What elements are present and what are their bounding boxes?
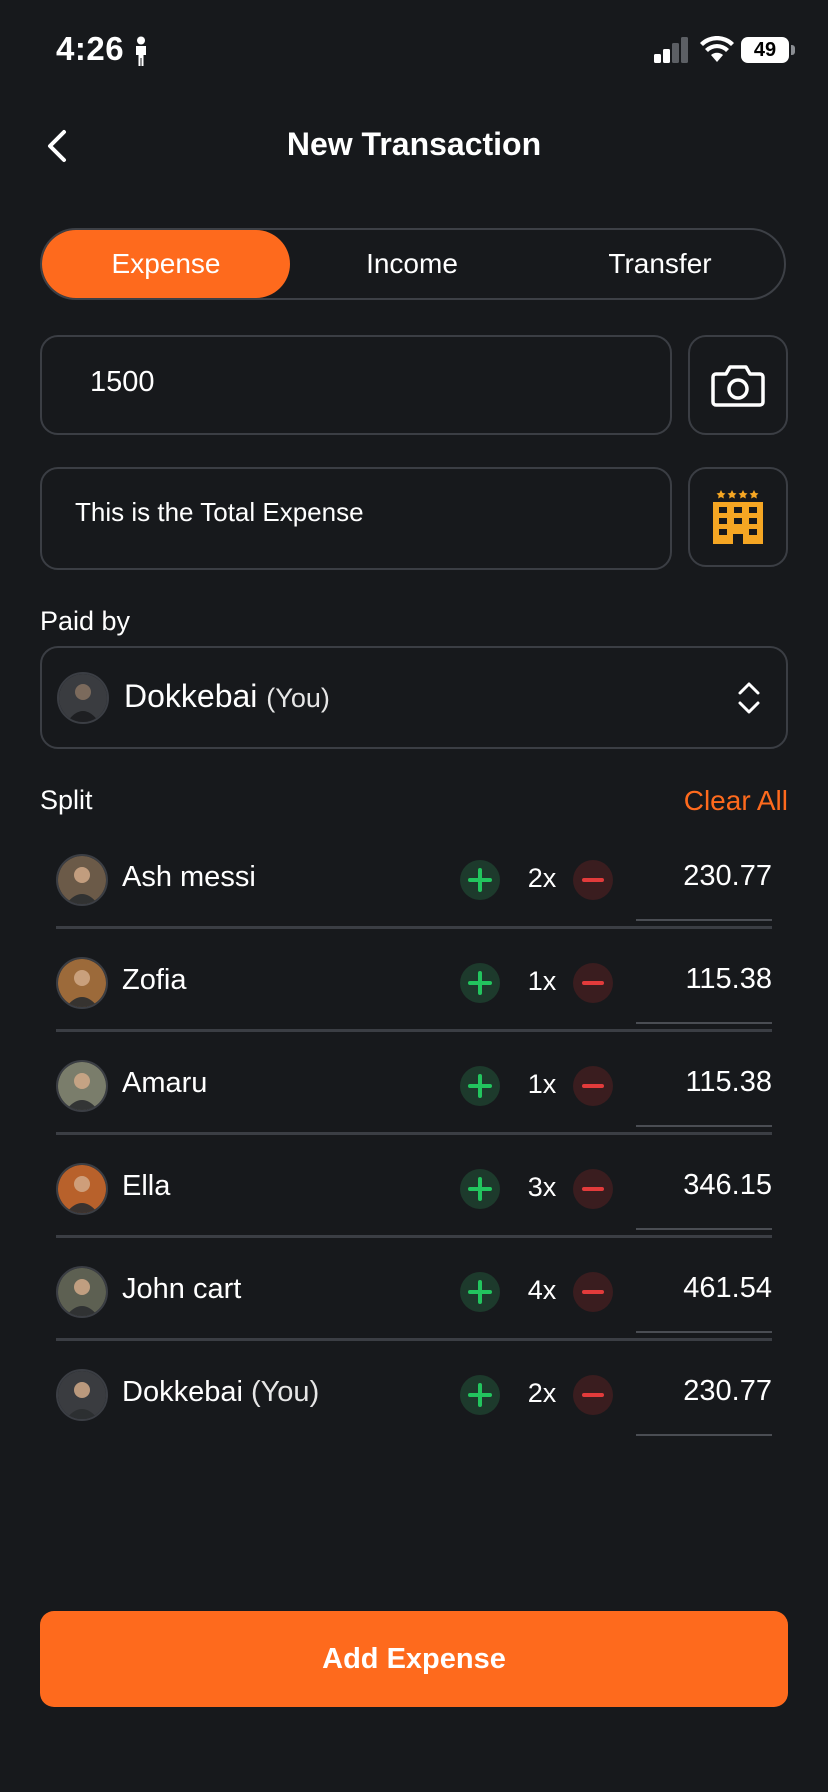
decrease-share-button[interactable]	[573, 1375, 613, 1415]
split-row-avatar	[56, 1369, 108, 1421]
split-amount-input[interactable]: 115.38	[632, 963, 772, 996]
plus-icon	[468, 971, 492, 995]
split-amount-input[interactable]: 230.77	[632, 1375, 772, 1408]
split-row-name-text: Amaru	[122, 1067, 208, 1099]
plus-icon	[468, 1074, 492, 1098]
tab-income[interactable]: Income	[288, 230, 536, 298]
split-row-name-text: Ash messi	[122, 861, 256, 893]
decrease-share-button[interactable]	[573, 1066, 613, 1106]
split-row-avatar	[56, 957, 108, 1009]
split-row-avatar	[56, 1266, 108, 1318]
person-icon	[136, 36, 146, 66]
decrease-share-button[interactable]	[573, 1169, 613, 1209]
signal-icon	[654, 37, 688, 63]
hotel-icon	[713, 490, 763, 544]
split-row-avatar	[56, 854, 108, 906]
page-title: New Transaction	[286, 126, 542, 162]
amount-underline	[636, 1331, 772, 1333]
plus-icon	[468, 1280, 492, 1304]
split-row-name-text: John cart	[122, 1273, 242, 1305]
share-multiplier: 1x	[527, 1069, 557, 1099]
increase-share-button[interactable]	[460, 1272, 500, 1312]
plus-icon	[468, 1383, 492, 1407]
battery-icon: 49	[741, 37, 789, 63]
paid-by-avatar	[57, 672, 109, 724]
amount-underline	[636, 1125, 772, 1127]
row-divider	[56, 1235, 772, 1238]
split-row-name: Zofia	[122, 964, 186, 997]
row-divider	[56, 1029, 772, 1032]
amount-underline	[636, 1228, 772, 1230]
split-row-name: Ash messi	[122, 861, 256, 894]
amount-value: 1500	[90, 366, 155, 398]
split-label: Split	[40, 785, 93, 815]
minus-icon	[582, 1084, 604, 1088]
camera-button[interactable]	[688, 335, 788, 435]
split-row-name: Ella	[122, 1170, 170, 1203]
split-row-name-text: Zofia	[122, 964, 187, 996]
split-row: Ella 3x 346.15	[56, 1139, 772, 1242]
note-value: This is the Total Expense	[75, 497, 364, 527]
increase-share-button[interactable]	[460, 860, 500, 900]
split-row-you: (You)	[250, 1376, 320, 1408]
minus-icon	[582, 1187, 604, 1191]
share-multiplier: 2x	[527, 863, 557, 893]
clear-all-button[interactable]: Clear All	[684, 785, 788, 817]
minus-icon	[582, 878, 604, 882]
increase-share-button[interactable]	[460, 1169, 500, 1209]
split-row: John cart 4x 461.54	[56, 1242, 772, 1345]
decrease-share-button[interactable]	[573, 963, 613, 1003]
increase-share-button[interactable]	[460, 1066, 500, 1106]
split-row-name: John cart	[122, 1273, 241, 1306]
minus-icon	[582, 1290, 604, 1294]
split-amount-input[interactable]: 346.15	[632, 1169, 772, 1202]
amount-underline	[636, 1434, 772, 1436]
decrease-share-button[interactable]	[573, 1272, 613, 1312]
amount-underline	[636, 1022, 772, 1024]
tab-expense[interactable]: Expense	[42, 230, 290, 298]
decrease-share-button[interactable]	[573, 860, 613, 900]
tab-transfer[interactable]: Transfer	[536, 230, 784, 298]
split-row: Dokkebai (You) 2x 230.77	[56, 1345, 772, 1448]
status-time: 4:26	[56, 30, 125, 67]
share-multiplier: 3x	[527, 1172, 557, 1202]
split-row: Zofia 1x 115.38	[56, 933, 772, 1036]
amount-underline	[636, 919, 772, 921]
row-divider	[56, 1338, 772, 1341]
split-row-avatar	[56, 1163, 108, 1215]
paid-by-name-text: Dokkebai	[124, 678, 258, 714]
battery-tip	[791, 45, 795, 55]
increase-share-button[interactable]	[460, 963, 500, 1003]
split-row-name-text: Ella	[122, 1170, 171, 1202]
camera-icon	[711, 365, 765, 407]
split-row: Amaru 1x 115.38	[56, 1036, 772, 1139]
share-multiplier: 1x	[527, 966, 557, 996]
wifi-icon	[700, 36, 734, 62]
minus-icon	[582, 981, 604, 985]
category-button[interactable]	[688, 467, 788, 567]
split-amount-input[interactable]: 230.77	[632, 860, 772, 893]
split-row-name-text: Dokkebai	[122, 1376, 243, 1408]
split-row-avatar	[56, 1060, 108, 1112]
share-multiplier: 2x	[527, 1378, 557, 1408]
split-amount-input[interactable]: 115.38	[632, 1066, 772, 1099]
split-row-name: Dokkebai (You)	[122, 1376, 319, 1409]
split-row-name: Amaru	[122, 1067, 207, 1100]
add-expense-button[interactable]: Add Expense	[40, 1611, 788, 1707]
increase-share-button[interactable]	[460, 1375, 500, 1415]
row-divider	[56, 1132, 772, 1135]
paid-by-you: (You)	[266, 683, 330, 713]
split-row: Ash messi 2x 230.77	[56, 830, 772, 933]
paid-by-name: Dokkebai (You)	[124, 678, 330, 715]
row-divider	[56, 926, 772, 929]
plus-icon	[468, 1177, 492, 1201]
share-multiplier: 4x	[527, 1275, 557, 1305]
up-down-chevron-icon	[738, 682, 760, 714]
split-amount-input[interactable]: 461.54	[632, 1272, 772, 1305]
minus-icon	[582, 1393, 604, 1397]
paid-by-label: Paid by	[40, 606, 131, 636]
plus-icon	[468, 868, 492, 892]
